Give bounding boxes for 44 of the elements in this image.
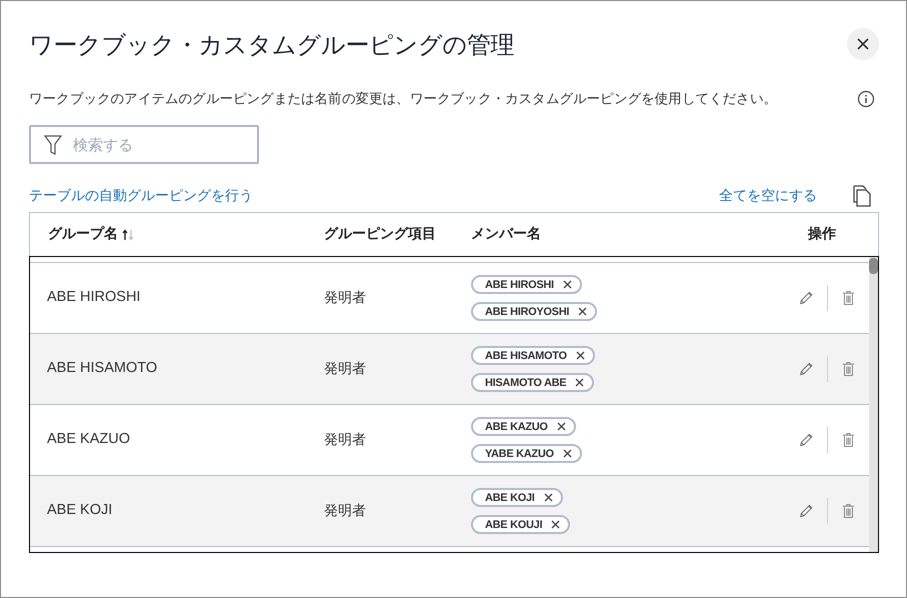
auto-group-link[interactable]: テーブルの自動グルーピングを行う	[29, 186, 253, 207]
trash-icon[interactable]	[842, 502, 855, 520]
remove-icon[interactable]	[544, 493, 553, 502]
member-name: ABE HIROSHI	[485, 278, 554, 292]
grouping-item-cell-text: 発明者	[324, 288, 367, 308]
search-field[interactable]: 検索する	[29, 125, 259, 164]
group-name-cell-text: ABE HIROSHI	[46, 288, 142, 308]
dialog-title: ワークブック・カスタムグルーピングの管理	[29, 30, 514, 61]
remove-icon[interactable]	[551, 520, 560, 530]
filter-icon	[44, 135, 62, 156]
member-name: ABE HIROYOSHI	[485, 304, 570, 320]
sort-icon[interactable]	[122, 228, 134, 241]
clear-all-link[interactable]: 全てを空にする	[719, 186, 817, 207]
trash-icon[interactable]	[842, 289, 855, 308]
column-header[interactable]: グループ名	[48, 224, 118, 246]
member-name: HISAMOTO ABE	[485, 376, 566, 390]
remove-icon[interactable]	[578, 307, 588, 316]
remove-icon[interactable]	[576, 351, 585, 360]
member-name: ABE KAZUO	[485, 420, 548, 434]
info-icon[interactable]	[857, 90, 875, 108]
remove-icon[interactable]	[575, 378, 584, 388]
column-header: グルーピング項目	[324, 225, 436, 244]
member-name: YABE KAZUO	[485, 446, 554, 462]
column-header: メンバー名	[471, 225, 541, 244]
trash-icon[interactable]	[842, 360, 855, 378]
description-text: ワークブックのアイテムのグルーピングまたは名前の変更は、ワークブック・カスタムグルーピングを使用してください。	[29, 90, 778, 109]
copy-icon[interactable]	[853, 185, 873, 208]
close-button[interactable]	[847, 28, 879, 60]
close-icon	[857, 38, 869, 50]
trash-icon[interactable]	[842, 431, 855, 450]
scrollbar[interactable]	[869, 257, 878, 552]
remove-icon[interactable]	[562, 449, 572, 458]
group-name-cell-text: ABE KOJI	[46, 501, 114, 520]
column-header: 操作	[808, 225, 836, 244]
remove-icon[interactable]	[556, 422, 566, 432]
group-name-cell-text: ABE HISAMOTO	[46, 359, 158, 378]
grouping-item-cell-text: 発明者	[324, 430, 367, 450]
member-name: ABE KOUJI	[485, 518, 542, 532]
grouping-item-cell-text: 発明者	[324, 360, 367, 379]
remove-icon[interactable]	[562, 280, 572, 290]
grouping-item-cell-text: 発明者	[324, 502, 367, 521]
group-name-cell-text: ABE KAZUO	[46, 430, 131, 450]
member-name: ABE KOJI	[485, 490, 535, 506]
member-name: ABE HISAMOTO	[485, 348, 567, 364]
